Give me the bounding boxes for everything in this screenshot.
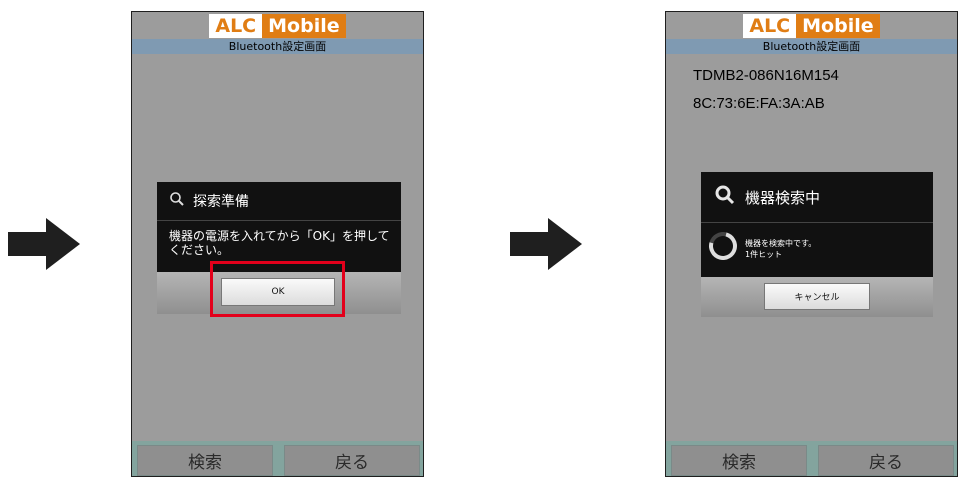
device-name: TDMB2-086N16M154 bbox=[693, 67, 839, 84]
ok-button-highlight bbox=[210, 261, 345, 317]
screen-title: Bluetooth設定画面 bbox=[666, 39, 957, 54]
spinner-icon bbox=[703, 226, 743, 266]
logo-text-alc: ALC bbox=[209, 13, 263, 38]
arrow-right-icon bbox=[510, 218, 582, 270]
dialog-divider bbox=[157, 220, 401, 221]
footer-bar: 検索 戻る bbox=[132, 441, 423, 476]
dialog-message: 機器の電源を入れてから「OK」を押してください。 bbox=[169, 229, 390, 257]
search-button[interactable]: 検索 bbox=[137, 445, 273, 476]
back-button[interactable]: 戻る bbox=[818, 445, 954, 476]
logo-text-mobile: Mobile bbox=[796, 13, 880, 38]
phone-screen-right: ALC Mobile Bluetooth設定画面 TDMB2-086N16M15… bbox=[665, 11, 958, 477]
footer-bar: 検索 戻る bbox=[666, 441, 957, 476]
app-logo: ALC Mobile bbox=[666, 12, 957, 39]
dialog-header: 探索準備 bbox=[157, 182, 401, 220]
search-button[interactable]: 検索 bbox=[671, 445, 807, 476]
phone-screen-left: ALC Mobile Bluetooth設定画面 探索準備 機器の電源を入れてか… bbox=[131, 11, 424, 477]
arrow-right-icon bbox=[8, 218, 80, 270]
device-address: 8C:73:6E:FA:3A:AB bbox=[693, 95, 825, 112]
search-icon bbox=[715, 185, 735, 209]
search-status-line2: 1件ヒット bbox=[745, 250, 783, 259]
app-logo: ALC Mobile bbox=[132, 12, 423, 39]
search-status-line1: 機器を検索中です。 bbox=[745, 239, 817, 248]
screen-title: Bluetooth設定画面 bbox=[132, 39, 423, 54]
dialog-button-bar: キャンセル bbox=[701, 277, 933, 317]
dialog-title: 機器検索中 bbox=[745, 188, 821, 207]
search-icon bbox=[169, 191, 185, 211]
search-dialog: 機器検索中 機器を検索中です。 1件ヒット キャンセル bbox=[701, 172, 933, 317]
dialog-header: 機器検索中 bbox=[701, 172, 933, 222]
dialog-divider bbox=[701, 222, 933, 223]
logo-text-mobile: Mobile bbox=[262, 13, 346, 38]
dialog-title: 探索準備 bbox=[193, 194, 249, 210]
cancel-button[interactable]: キャンセル bbox=[764, 283, 870, 310]
logo-text-alc: ALC bbox=[743, 13, 797, 38]
back-button[interactable]: 戻る bbox=[284, 445, 420, 476]
